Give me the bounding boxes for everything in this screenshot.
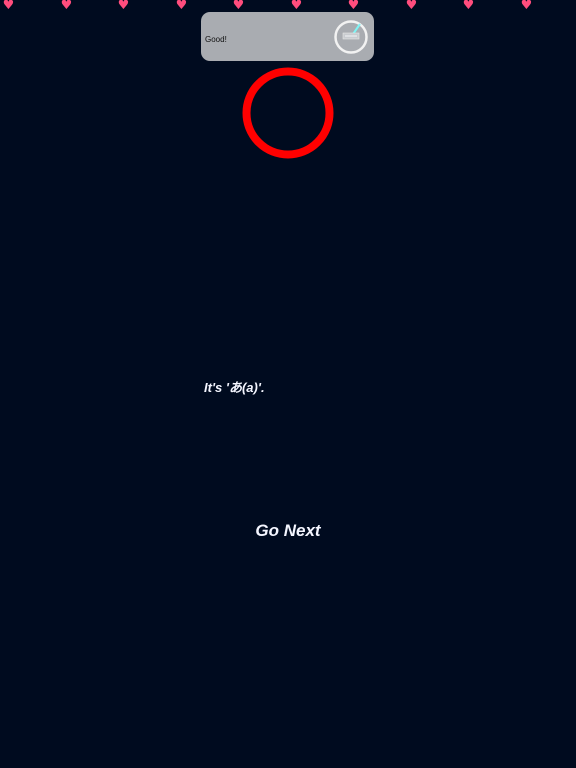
heart-icon: ♥ <box>290 0 303 13</box>
game-screen: ♥ ♥ ♥ ♥ ♥ ♥ ♥ ♥ ♥ ♥ Good! It's 'あ(a)'. G… <box>0 0 576 768</box>
heart-icon: ♥ <box>175 0 188 13</box>
heart-icon: ♥ <box>2 0 15 13</box>
progress-dial-icon <box>334 20 368 54</box>
feedback-text: Good! <box>205 35 227 44</box>
heart-icon: ♥ <box>462 0 475 13</box>
heart-icon: ♥ <box>405 0 418 13</box>
feedback-toast: Good! <box>201 12 374 61</box>
heart-icon: ♥ <box>520 0 533 13</box>
red-ring-icon <box>242 67 334 159</box>
heart-icon: ♥ <box>347 0 360 13</box>
go-next-container: Go Next <box>0 519 576 543</box>
answer-text: It's 'あ(a)'. <box>204 380 265 395</box>
heart-icon: ♥ <box>117 0 130 13</box>
heart-icon: ♥ <box>232 0 245 13</box>
heart-icon: ♥ <box>60 0 73 13</box>
go-next-button[interactable]: Go Next <box>249 519 326 543</box>
